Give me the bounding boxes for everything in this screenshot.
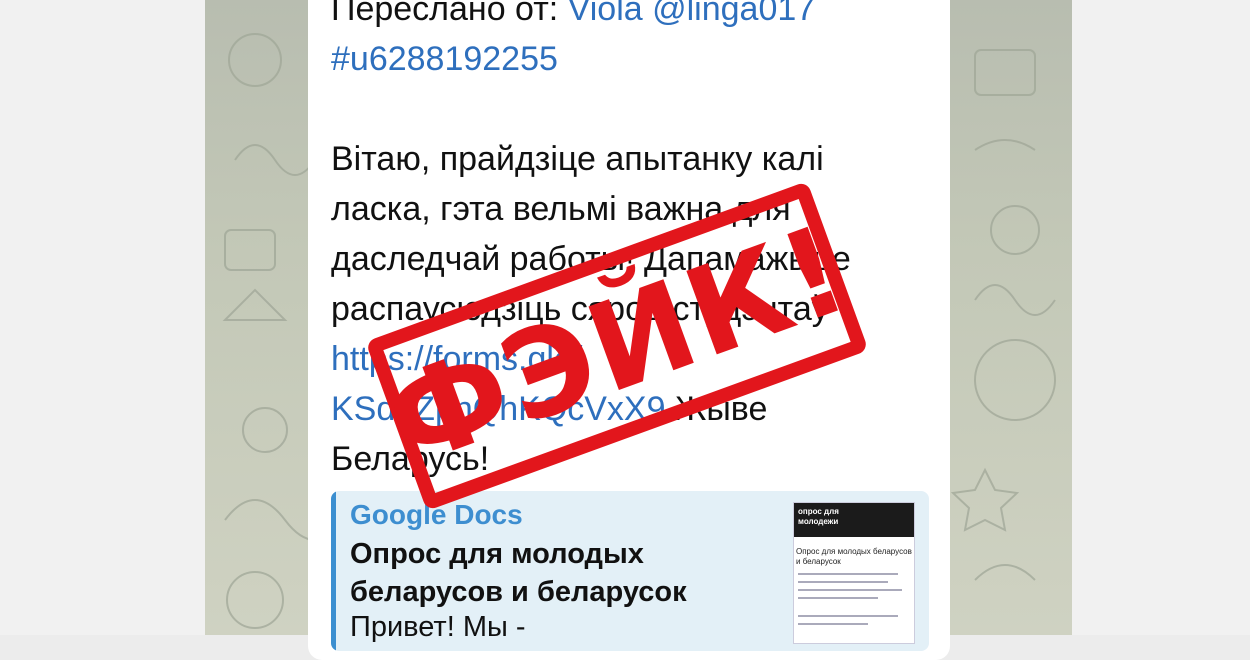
forward-hashtag-link[interactable]: #u6288192255	[331, 34, 931, 84]
thumbnail-text-line	[798, 623, 868, 625]
message-line: ласка, гэта вельмі важна для	[331, 190, 791, 228]
thumbnail-text-line	[798, 597, 878, 599]
preview-title: Опрос для молодых беларусов и беларусок	[350, 538, 687, 608]
doodle-star-icon	[950, 467, 1020, 532]
left-margin	[0, 0, 205, 635]
thumbnail-text-line	[798, 615, 898, 617]
doodle-planet-icon	[990, 205, 1040, 255]
preview-thumbnail: опрос для молодежи Опрос для молодых бел…	[794, 503, 914, 643]
doodle-box-icon	[224, 229, 276, 271]
right-margin	[1072, 0, 1250, 635]
preview-description: Привет! Мы -	[350, 611, 526, 643]
thumbnail-subtitle: Опрос для молодых беларусов и беларусок	[796, 547, 912, 566]
thumbnail-header: опрос для молодежи	[794, 503, 914, 537]
forward-sender-link[interactable]: Viola @linga017	[568, 0, 816, 28]
thumbnail-text-line	[798, 573, 898, 575]
doodle-wave2-icon	[974, 284, 1056, 316]
doodle-cat-icon	[228, 33, 282, 87]
preview-accent-bar	[331, 491, 336, 651]
message-line: Вітаю, прайдзіце апытанку калі	[331, 140, 824, 178]
doodle-sphere-icon	[974, 339, 1056, 421]
doodle-cup-icon	[974, 49, 1036, 96]
thumbnail-text-line	[798, 589, 902, 591]
doodle-arc-icon	[974, 564, 1036, 581]
forward-prefix: Переслано от:	[331, 0, 568, 28]
doodle-wave-icon	[234, 144, 316, 176]
doodle-ball-icon	[242, 407, 288, 453]
thumbnail-heading: опрос для молодежи	[798, 507, 839, 526]
forward-header: Переслано от: Viola @linga017 #u62881922…	[331, 0, 931, 84]
doodle-face-icon	[226, 571, 284, 629]
link-preview-card[interactable]: Google Docs Опрос для молодых беларусов …	[331, 491, 929, 651]
doodle-smile-icon	[974, 139, 1036, 151]
thumbnail-text-line	[798, 581, 888, 583]
doodle-pizza-icon	[222, 288, 288, 321]
